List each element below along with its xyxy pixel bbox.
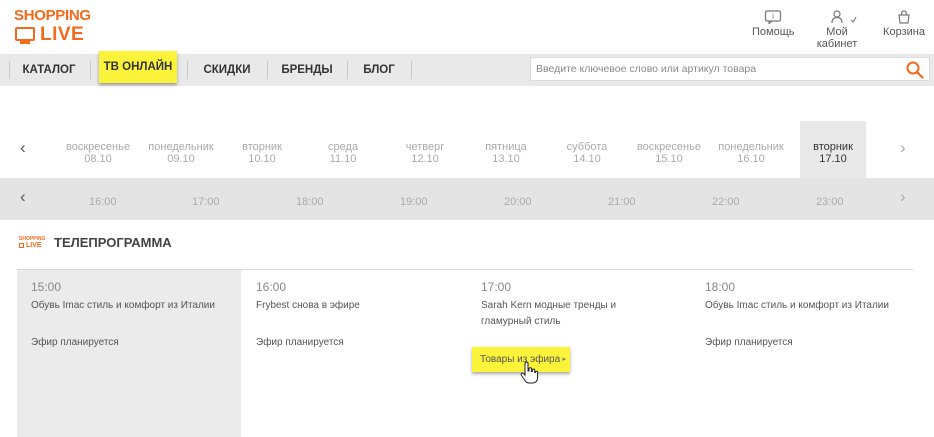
hour-item[interactable]: 22:00: [712, 196, 740, 208]
search-box: [530, 57, 930, 81]
hour-item[interactable]: 23:00: [816, 196, 844, 208]
day-item[interactable]: четверг 12.10: [384, 121, 466, 178]
program-card-current[interactable]: 15:00 Обувь Imac стиль и комфорт из Итал…: [17, 270, 241, 437]
program-title: Sarah Kern модные тренды и гламурный сти…: [481, 300, 617, 327]
day-item[interactable]: воскресенье 08.10: [57, 121, 139, 178]
search-icon[interactable]: [905, 60, 925, 80]
day-item[interactable]: понедельник 09.10: [140, 121, 222, 178]
cart-label: Корзина: [883, 26, 925, 38]
day-item[interactable]: среда 11.10: [302, 121, 384, 178]
nav-discounts[interactable]: СКИДКИ: [196, 54, 258, 86]
cart-link[interactable]: Корзина: [882, 10, 926, 38]
next-day-arrow-icon[interactable]: ›: [900, 138, 906, 158]
triangle-right-icon: ▸: [562, 356, 566, 363]
program-card[interactable]: 16:00 Frybest снова в эфире Эфир планиру…: [242, 270, 466, 437]
help-icon: i: [764, 10, 782, 24]
next-hour-arrow-icon[interactable]: ›: [900, 187, 906, 207]
day-item[interactable]: пятница 13.10: [465, 121, 547, 178]
help-link[interactable]: i Помощь: [752, 10, 795, 38]
program-time: 18:00: [705, 280, 736, 294]
hour-selector: ‹ 16:00 17:00 18:00 19:00 20:00 21:00 22…: [0, 178, 934, 220]
nav-tv-online[interactable]: ТВ ОНЛАЙН: [99, 51, 177, 83]
day-item-active[interactable]: вторник 17.10: [800, 121, 866, 178]
header: SHOPPING LIVE i Помощь Мой кабинет Корзи…: [0, 0, 934, 54]
program-time: 16:00: [256, 280, 287, 294]
search-input[interactable]: [531, 58, 901, 80]
cart-bag-icon: [898, 10, 910, 24]
program-status: Эфир планируется: [31, 337, 119, 348]
mini-logo: SHOPPING LIVE: [19, 236, 46, 249]
program-time: 15:00: [31, 280, 62, 294]
day-selector: ‹ воскресенье 08.10 понедельник 09.10 втор…: [0, 121, 934, 178]
hour-item[interactable]: 19:00: [400, 196, 428, 208]
page-title: ТЕЛЕПРОГРАММА: [54, 235, 172, 250]
day-item[interactable]: суббота 14.10: [546, 121, 628, 178]
day-item[interactable]: вторник 10.10: [221, 121, 303, 178]
hour-item[interactable]: 16:00: [89, 196, 117, 208]
program-status: Эфир планируется: [705, 337, 793, 348]
program-time: 17:00: [481, 280, 512, 294]
hour-item[interactable]: 17:00: [192, 196, 220, 208]
prev-hour-arrow-icon[interactable]: ‹: [20, 187, 26, 207]
logo-text-top: SHOPPING: [14, 7, 91, 24]
shopping-live-logo[interactable]: SHOPPING LIVE: [14, 8, 98, 46]
day-item[interactable]: воскресенье 15.10: [628, 121, 710, 178]
cabinet-link[interactable]: Мой кабинет: [806, 10, 868, 50]
hour-item[interactable]: 21:00: [608, 196, 636, 208]
nav-catalog[interactable]: КАТАЛОГ: [17, 54, 81, 86]
hour-item[interactable]: 20:00: [504, 196, 532, 208]
program-title: Frybest снова в эфире: [256, 300, 360, 311]
logo-text-bottom: LIVE: [40, 24, 85, 45]
nav-blog[interactable]: БЛОГ: [356, 54, 402, 86]
program-title: Обувь Imac стиль и комфорт из Италии: [705, 300, 889, 311]
hand-cursor-icon: [520, 361, 539, 384]
nav-brands[interactable]: БРЕНДЫ: [276, 54, 338, 86]
help-label: Помощь: [752, 26, 795, 38]
program-status: Эфир планируется: [256, 337, 344, 348]
day-item[interactable]: понедельник 16.10: [710, 121, 792, 178]
program-title: Обувь Imac стиль и комфорт из Италии: [31, 300, 215, 311]
prev-day-arrow-icon[interactable]: ‹: [20, 138, 26, 158]
user-icon: [831, 10, 857, 24]
svg-text:i: i: [772, 12, 774, 21]
hour-item[interactable]: 18:00: [296, 196, 324, 208]
cabinet-label: Мой кабинет: [816, 26, 858, 50]
tv-icon: [15, 27, 35, 41]
program-card[interactable]: 18:00 Обувь Imac стиль и комфорт из Итал…: [691, 270, 915, 437]
